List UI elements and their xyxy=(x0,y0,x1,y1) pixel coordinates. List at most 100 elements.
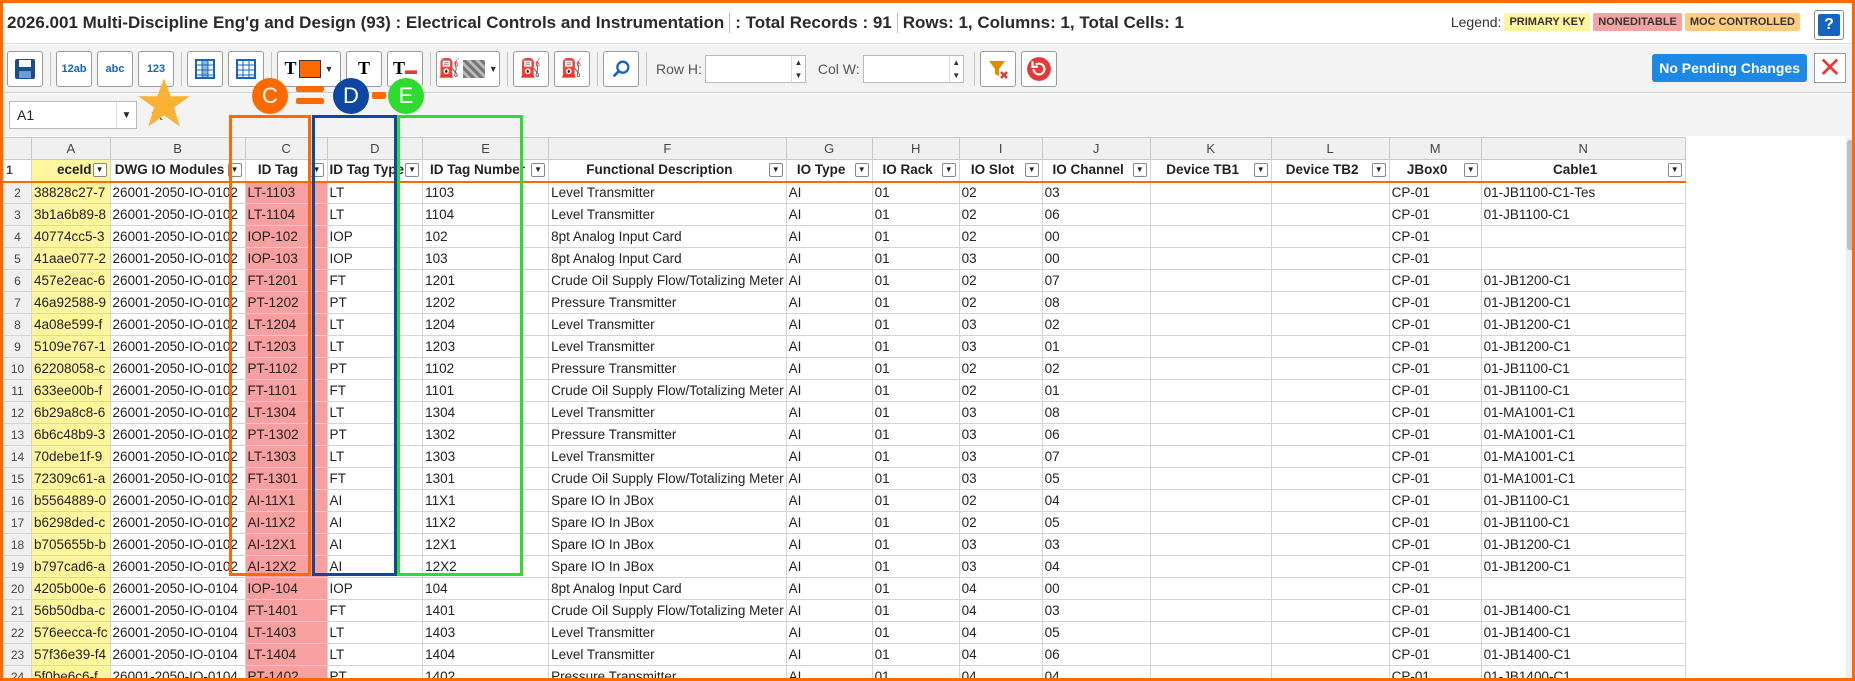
table-cell[interactable]: 26001-2050-IO-0104 xyxy=(109,621,246,644)
row-number[interactable]: 1 xyxy=(3,159,32,183)
search-button[interactable] xyxy=(603,50,639,87)
table-cell[interactable] xyxy=(1270,533,1390,556)
table-cell[interactable]: AI xyxy=(326,489,424,512)
table-cell[interactable]: 26001-2050-IO-0102 xyxy=(109,555,246,578)
table-cell[interactable]: 02 xyxy=(958,225,1043,248)
table-cell[interactable]: 04 xyxy=(958,599,1043,622)
table-cell[interactable]: 01 xyxy=(871,555,960,578)
table-cell[interactable]: LT xyxy=(326,445,424,468)
table-cell[interactable]: LT-1403 xyxy=(244,621,328,644)
table-cell[interactable]: 01 xyxy=(871,577,960,600)
table-cell[interactable]: AI xyxy=(785,401,873,424)
table-cell[interactable]: 26001-2050-IO-0102 xyxy=(109,181,246,204)
table-cell[interactable]: 01 xyxy=(871,489,960,512)
row-number[interactable]: 14 xyxy=(3,445,32,468)
table-cell[interactable] xyxy=(1270,269,1390,292)
spreadsheet-grid[interactable]: A B C D E F G H I J K L M N 1 eceId ▼ DWG IO Modules ▼ ID T… xyxy=(3,137,1852,678)
table-cell[interactable] xyxy=(1149,269,1272,292)
table-cell[interactable]: CP-01 xyxy=(1388,313,1482,336)
table-cell[interactable]: AI-12X1 xyxy=(244,533,328,556)
filter-dropdown-icon[interactable]: ▼ xyxy=(1667,163,1682,177)
table-cell[interactable]: FT-1101 xyxy=(244,379,328,402)
table-cell[interactable]: 576eecca-fc xyxy=(31,621,111,644)
table-cell[interactable]: CP-01 xyxy=(1388,621,1482,644)
table-cell[interactable]: 04 xyxy=(1041,555,1151,578)
column-letter[interactable]: I xyxy=(958,137,1043,160)
table-cell[interactable]: FT-1201 xyxy=(244,269,328,292)
table-cell[interactable]: PT-1402 xyxy=(244,665,328,678)
text-color-dropdown[interactable]: T ▼ xyxy=(277,50,341,87)
table-cell[interactable] xyxy=(1149,401,1272,424)
column-header[interactable]: Cable1 ▼ xyxy=(1480,159,1686,183)
filter-dropdown-icon[interactable]: ▼ xyxy=(227,163,242,177)
table-cell[interactable] xyxy=(1149,489,1272,512)
table-cell[interactable]: Level Transmitter xyxy=(548,313,787,336)
table-cell[interactable]: FT xyxy=(326,599,424,622)
table-cell[interactable]: 26001-2050-IO-0102 xyxy=(109,423,246,446)
table-cell[interactable]: Crude Oil Supply Flow/Totalizing Meter xyxy=(548,269,787,292)
table-cell[interactable]: 40774cc5-3 xyxy=(31,225,111,248)
table-cell[interactable] xyxy=(1270,511,1390,534)
table-cell[interactable]: 26001-2050-IO-0102 xyxy=(109,225,246,248)
table-cell[interactable]: 457e2eac-6 xyxy=(31,269,111,292)
table-cell[interactable] xyxy=(1149,599,1272,622)
table-cell[interactable]: 02 xyxy=(958,291,1043,314)
table-cell[interactable]: 26001-2050-IO-0102 xyxy=(109,511,246,534)
table-cell[interactable]: 02 xyxy=(958,203,1043,226)
table-cell[interactable] xyxy=(1149,181,1272,204)
row-number[interactable]: 22 xyxy=(3,621,32,644)
table-cell[interactable]: Pressure Transmitter xyxy=(548,423,787,446)
table-cell[interactable]: 01 xyxy=(871,203,960,226)
table-cell[interactable]: CP-01 xyxy=(1388,577,1482,600)
table-cell[interactable]: LT-1303 xyxy=(244,445,328,468)
stepper-arrows[interactable]: ▲ ▼ xyxy=(790,55,805,82)
table-cell[interactable]: 38828c27-7 xyxy=(31,181,111,204)
table-cell[interactable]: 8pt Analog Input Card xyxy=(548,247,787,270)
table-cell[interactable]: 07 xyxy=(1041,445,1151,468)
row-number[interactable]: 11 xyxy=(3,379,32,402)
table-cell[interactable]: CP-01 xyxy=(1388,181,1482,204)
table-cell[interactable]: 03 xyxy=(958,313,1043,336)
fill-button[interactable]: ⛽ xyxy=(513,50,549,87)
table-cell[interactable]: AI xyxy=(785,291,873,314)
table-cell[interactable] xyxy=(1149,357,1272,380)
table-cell[interactable]: 1103 xyxy=(422,181,550,204)
table-cell[interactable]: Crude Oil Supply Flow/Totalizing Meter xyxy=(548,599,787,622)
table-cell[interactable] xyxy=(1270,467,1390,490)
table-cell[interactable]: 633ee00b-f xyxy=(31,379,111,402)
table-cell[interactable]: 01-MA1001-C1 xyxy=(1480,423,1686,446)
table-cell[interactable]: 04 xyxy=(958,643,1043,666)
column-header[interactable]: IO Channel ▼ xyxy=(1041,159,1151,183)
table-cell[interactable]: 1304 xyxy=(422,401,550,424)
table-cell[interactable]: 03 xyxy=(958,467,1043,490)
table-cell[interactable]: 01-JB1400-C1 xyxy=(1480,665,1686,678)
table-cell[interactable]: 01 xyxy=(1041,379,1151,402)
table-cell[interactable]: 01 xyxy=(871,181,960,204)
table-cell[interactable] xyxy=(1270,335,1390,358)
table-cell[interactable]: AI xyxy=(326,511,424,534)
table-cell[interactable]: CP-01 xyxy=(1388,203,1482,226)
table-cell[interactable]: 01 xyxy=(871,335,960,358)
table-cell[interactable]: 01-JB1100-C1-Tes xyxy=(1480,181,1686,204)
table-cell[interactable] xyxy=(1270,203,1390,226)
table-cell[interactable]: 1301 xyxy=(422,467,550,490)
filter-dropdown-icon[interactable]: ▼ xyxy=(854,163,869,177)
table-cell[interactable]: 1104 xyxy=(422,203,550,226)
pending-changes-button[interactable]: No Pending Changes xyxy=(1652,54,1807,82)
table-cell[interactable]: 02 xyxy=(958,357,1043,380)
table-cell[interactable]: 01 xyxy=(871,247,960,270)
table-cell[interactable]: CP-01 xyxy=(1388,533,1482,556)
table-cell[interactable]: 26001-2050-IO-0102 xyxy=(109,335,246,358)
table-cell[interactable]: b705655b-b xyxy=(31,533,111,556)
table-cell[interactable]: 01-MA1001-C1 xyxy=(1480,467,1686,490)
table-cell[interactable]: 01-JB1200-C1 xyxy=(1480,555,1686,578)
table-cell[interactable]: 6b29a8c8-6 xyxy=(31,401,111,424)
table-cell[interactable] xyxy=(1270,445,1390,468)
table-cell[interactable]: 07 xyxy=(1041,269,1151,292)
table-cell[interactable]: CP-01 xyxy=(1388,511,1482,534)
table-cell[interactable]: 04 xyxy=(958,665,1043,678)
table-cell[interactable]: IOP-104 xyxy=(244,577,328,600)
col-width-stepper[interactable]: ▲ ▼ xyxy=(862,54,964,83)
table-cell[interactable]: LT xyxy=(326,335,424,358)
table-cell[interactable]: CP-01 xyxy=(1388,379,1482,402)
